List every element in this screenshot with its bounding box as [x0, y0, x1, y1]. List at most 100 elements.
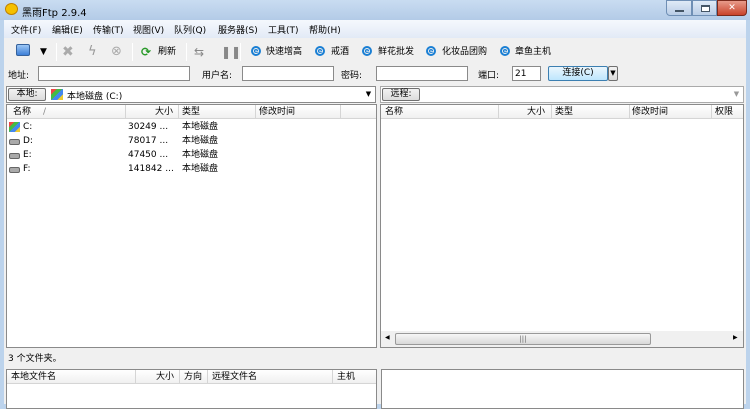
title-bar: 黑雨Ftp 2.9.4 ✕ [0, 0, 750, 20]
app-icon [5, 3, 18, 15]
link-button[interactable]: 快速增高 [266, 42, 302, 62]
list-item[interactable]: D: 78017 ... 本地磁盘 [7, 134, 376, 148]
system-drive-icon [9, 122, 20, 132]
sort-arrow-icon: / [43, 107, 47, 117]
file-type: 本地磁盘 [182, 164, 219, 174]
transfer-queue: 本地文件名 大小 方向 远程文件名 主机 [6, 369, 377, 409]
file-type: 本地磁盘 [182, 136, 219, 146]
local-path-select[interactable]: 本地磁盘 (C:) [67, 89, 122, 102]
local-list-header: 名称 / 大小 类型 修改时间 [7, 105, 376, 119]
username-input[interactable] [242, 66, 334, 81]
port-input[interactable] [512, 66, 541, 81]
drive-icon [9, 139, 20, 145]
refresh-icon[interactable]: ⟳ [141, 42, 151, 62]
remote-file-list: 名称 大小 类型 修改时间 权限 ◀ ||| ▶ [380, 104, 744, 348]
close-button[interactable]: ✕ [717, 0, 747, 16]
column-type[interactable]: 类型 [182, 105, 200, 119]
minimize-button[interactable] [666, 0, 692, 16]
column-local-file[interactable]: 本地文件名 [11, 370, 56, 384]
file-size: 47450 ... [128, 150, 169, 160]
drive-icon [9, 167, 20, 173]
connect-button[interactable]: 连接(C) [548, 66, 608, 81]
file-type: 本地磁盘 [182, 150, 219, 160]
column-size[interactable]: 大小 [156, 370, 174, 384]
column-remote-file[interactable]: 远程文件名 [212, 370, 257, 384]
log-panel [381, 369, 744, 409]
transfer-icon[interactable]: ⇆ [194, 42, 204, 62]
local-path-dropdown-icon[interactable]: ▼ [362, 88, 375, 101]
refresh-button[interactable]: 刷新 [158, 42, 176, 62]
toolbar-divider [56, 43, 57, 61]
remote-list-header: 名称 大小 类型 修改时间 权限 [381, 105, 743, 119]
maximize-button[interactable] [692, 0, 717, 16]
column-size[interactable]: 大小 [155, 105, 173, 119]
file-name: F: [23, 164, 31, 174]
menu-edit[interactable]: 编辑(E) [52, 24, 83, 38]
password-label: 密码: [341, 71, 363, 81]
ie-link-icon[interactable]: e [251, 46, 261, 56]
horizontal-scrollbar[interactable]: ◀ ||| ▶ [381, 331, 743, 347]
file-name: C: [23, 122, 33, 132]
local-file-list: 名称 / 大小 类型 修改时间 C: 30249 ... 本地磁盘 D: 7801… [6, 104, 377, 348]
link-button[interactable]: 章鱼主机 [515, 42, 551, 62]
ie-link-icon[interactable]: e [362, 46, 372, 56]
file-name: D: [23, 136, 33, 146]
menu-tools[interactable]: 工具(T) [268, 24, 299, 38]
disconnect-icon[interactable]: ✖ [62, 42, 74, 62]
password-input[interactable] [376, 66, 468, 81]
menu-queue[interactable]: 队列(Q) [174, 24, 206, 38]
scrollbar-thumb[interactable]: ||| [395, 333, 651, 345]
window-title: 黑雨Ftp 2.9.4 [22, 8, 87, 19]
column-name[interactable]: 名称 [385, 105, 403, 119]
toolbar-divider [240, 43, 241, 61]
list-item[interactable]: C: 30249 ... 本地磁盘 [7, 120, 376, 134]
file-size: 30249 ... [128, 122, 169, 132]
column-permissions[interactable]: 权限 [715, 105, 733, 119]
drive-icon [9, 153, 20, 159]
queue-header: 本地文件名 大小 方向 远程文件名 主机 [7, 370, 376, 384]
remote-label: 远程: [382, 88, 420, 101]
scroll-left-icon[interactable]: ◀ [385, 334, 390, 341]
menu-server[interactable]: 服务器(S) [218, 24, 258, 38]
menu-help[interactable]: 帮助(H) [309, 24, 341, 38]
ie-link-icon[interactable]: e [315, 46, 325, 56]
column-direction[interactable]: 方向 [184, 370, 202, 384]
scroll-right-icon[interactable]: ▶ [733, 334, 738, 341]
menu-bar: 文件(F) 编辑(E) 传输(T) 视图(V) 队列(Q) 服务器(S) 工具(… [4, 20, 746, 38]
file-size: 78017 ... [128, 136, 169, 146]
remote-path-dropdown-icon[interactable]: ▼ [730, 88, 743, 101]
stop-icon[interactable]: ⊗ [111, 42, 122, 62]
menu-view[interactable]: 视图(V) [133, 24, 164, 38]
column-modified[interactable]: 修改时间 [632, 105, 668, 119]
list-item[interactable]: F: 141842 ... 本地磁盘 [7, 162, 376, 176]
local-path-bar: 本地: 本地磁盘 (C:) ▼ [6, 86, 376, 103]
ie-link-icon[interactable]: e [500, 46, 510, 56]
site-manager-icon[interactable] [16, 44, 30, 56]
link-button[interactable]: 化妆品团购 [442, 42, 487, 62]
local-drive-icon [51, 89, 63, 100]
port-label: 端口: [478, 71, 500, 81]
column-size[interactable]: 大小 [527, 105, 545, 119]
menu-file[interactable]: 文件(F) [11, 24, 41, 38]
link-button[interactable]: 鲜花批发 [378, 42, 414, 62]
file-type: 本地磁盘 [182, 122, 219, 132]
column-type[interactable]: 类型 [555, 105, 573, 119]
menu-transfer[interactable]: 传输(T) [93, 24, 124, 38]
app-body: 文件(F) 编辑(E) 传输(T) 视图(V) 队列(Q) 服务器(S) 工具(… [4, 20, 746, 409]
column-name[interactable]: 名称 [13, 105, 31, 119]
pause-icon[interactable]: ❚❚ [221, 42, 241, 62]
file-name: E: [23, 150, 32, 160]
quick-connect-icon[interactable]: ϟ [88, 42, 97, 62]
site-dropdown-icon[interactable]: ▼ [40, 42, 47, 62]
toolbar-divider [132, 43, 133, 61]
column-host[interactable]: 主机 [337, 370, 355, 384]
address-label: 地址: [8, 71, 30, 81]
column-modified[interactable]: 修改时间 [259, 105, 295, 119]
ie-link-icon[interactable]: e [426, 46, 436, 56]
list-item[interactable]: E: 47450 ... 本地磁盘 [7, 148, 376, 162]
connect-dropdown-icon[interactable]: ▼ [608, 66, 618, 81]
local-label: 本地: [8, 88, 46, 101]
username-label: 用户名: [202, 71, 233, 81]
link-button[interactable]: 戒酒 [331, 42, 349, 62]
address-input[interactable] [38, 66, 190, 81]
